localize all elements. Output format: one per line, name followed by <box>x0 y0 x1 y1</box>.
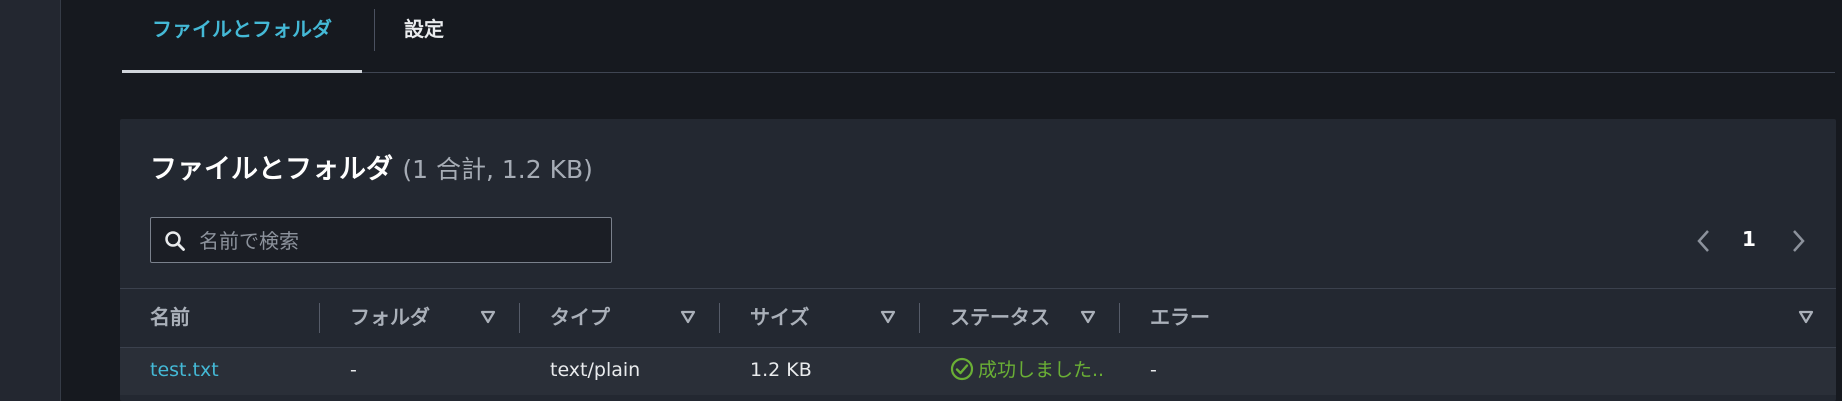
panel-title: ファイルとフォルダ <box>150 154 393 185</box>
file-name-link[interactable]: test.txt <box>150 348 219 395</box>
main-content: ファイルとフォルダ 設定 ファイルとフォルダ (1 合計, 1.2 KB) 1 <box>60 0 1842 401</box>
column-divider <box>519 303 520 333</box>
search-box[interactable] <box>150 217 612 264</box>
cell-folder: - <box>350 359 357 381</box>
tab-settings[interactable]: 設定 <box>404 0 444 72</box>
caret-down-icon[interactable] <box>1080 310 1096 324</box>
cell-error: - <box>1150 359 1157 381</box>
column-header-size[interactable]: サイズ <box>750 289 809 347</box>
column-header-type[interactable]: タイプ <box>550 289 610 347</box>
chevron-left-icon[interactable] <box>1696 229 1712 253</box>
panel-header: ファイルとフォルダ (1 合計, 1.2 KB) <box>150 147 593 186</box>
tab-files-and-folders[interactable]: ファイルとフォルダ <box>122 0 362 73</box>
files-panel: ファイルとフォルダ (1 合計, 1.2 KB) 1 名前 フォルダ <box>120 119 1836 401</box>
search-input[interactable] <box>197 218 601 264</box>
table-header: 名前 フォルダ タイプ サイズ ステータス エラー <box>120 288 1836 348</box>
caret-down-icon[interactable] <box>480 310 496 324</box>
cell-type: text/plain <box>550 359 641 381</box>
search-icon <box>165 231 185 251</box>
column-header-error[interactable]: エラー <box>1150 289 1210 347</box>
chevron-right-icon[interactable] <box>1790 229 1806 253</box>
column-divider <box>1119 303 1120 333</box>
check-circle-icon <box>950 357 974 381</box>
column-divider <box>319 303 320 333</box>
caret-down-icon[interactable] <box>880 310 896 324</box>
cell-size: 1.2 KB <box>750 359 812 381</box>
files-table: 名前 フォルダ タイプ サイズ ステータス エラー test.txt - tex… <box>120 288 1836 395</box>
column-header-status[interactable]: ステータス <box>950 289 1050 347</box>
left-sidebar-rail <box>0 0 61 401</box>
pagination: 1 <box>1696 223 1806 257</box>
column-header-folder[interactable]: フォルダ <box>350 289 430 347</box>
tab-divider <box>374 9 375 51</box>
column-header-name[interactable]: 名前 <box>150 289 190 347</box>
tab-bar: ファイルとフォルダ 設定 <box>122 0 1835 73</box>
current-page-number[interactable]: 1 <box>1742 227 1756 251</box>
cell-status: 成功しました.. <box>950 348 1104 395</box>
panel-count: (1 合計, 1.2 KB) <box>402 155 593 184</box>
caret-down-icon[interactable] <box>1798 310 1814 324</box>
column-divider <box>919 303 920 333</box>
table-row: test.txt - text/plain 1.2 KB 成功しました.. - <box>120 348 1836 395</box>
column-divider <box>719 303 720 333</box>
status-text: 成功しました.. <box>978 359 1105 381</box>
caret-down-icon[interactable] <box>680 310 696 324</box>
